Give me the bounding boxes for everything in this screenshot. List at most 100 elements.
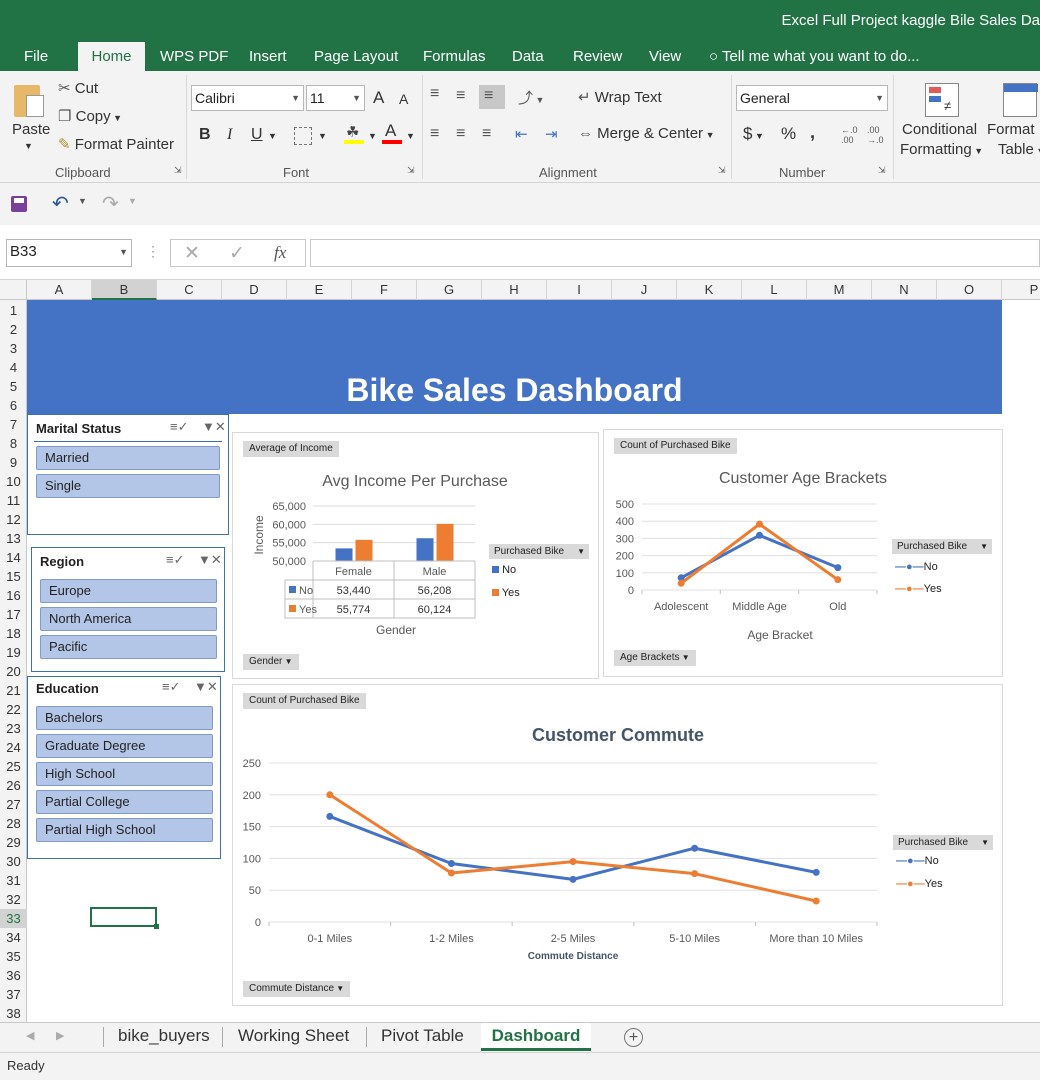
underline-button[interactable]: U [251,126,263,144]
add-sheet-icon[interactable]: + [624,1028,643,1047]
cut-button[interactable]: ✂ Cut [58,79,98,97]
format-as-table-icon[interactable] [1003,83,1038,117]
align-bottom-icon[interactable]: ≡ [479,85,505,109]
row-header[interactable]: 38 [0,1004,27,1023]
borders-icon[interactable] [294,127,312,145]
save-icon[interactable] [11,196,27,212]
font-name-select[interactable]: Calibri ▼ [191,85,304,111]
decrease-decimal-icon[interactable]: .00 →.0 [867,125,884,145]
sheet-tab-working-sheet[interactable]: Working Sheet [228,1023,359,1051]
row-header[interactable]: 8 [0,434,27,453]
scroll-right-icon[interactable]: ▶ [56,1029,64,1042]
copy-button[interactable]: ❐ Copy ▼ [58,107,122,125]
align-top-icon[interactable]: ≡ [430,85,439,103]
row-header[interactable]: 33 [0,909,27,928]
cancel-icon[interactable]: ✕ [184,242,200,265]
comma-button[interactable]: , [810,122,815,143]
slicer-item[interactable]: Europe [40,579,217,603]
row-header[interactable]: 30 [0,852,27,871]
row-header[interactable]: 37 [0,985,27,1004]
column-header[interactable]: K [677,280,742,300]
slicer-item[interactable]: Bachelors [36,706,213,730]
slicer-item[interactable]: Married [36,446,220,470]
tell-me-search[interactable]: ○ Tell me what you want to do... [697,42,932,71]
increase-decimal-icon[interactable]: ←.0.00 [841,125,858,145]
row-header[interactable]: 3 [0,339,27,358]
row-header[interactable]: 16 [0,586,27,605]
row-header[interactable]: 28 [0,814,27,833]
conditional-formatting-label[interactable]: Formatting ▼ [900,141,983,158]
paste-button[interactable]: Paste [12,121,50,138]
chart-commute[interactable]: Count of Purchased Bike Customer Commute… [232,684,1003,1006]
column-header[interactable]: A [27,280,92,300]
clear-filter-icon[interactable]: ▼✕ [194,679,218,695]
tab-data[interactable]: Data [500,42,556,71]
number-launcher-icon[interactable]: ⇲ [878,165,886,176]
row-header[interactable]: 34 [0,928,27,947]
grow-font-button[interactable]: A [373,88,384,108]
chevron-down-icon[interactable]: ▼ [78,196,87,206]
align-center-icon[interactable]: ≡ [456,125,465,143]
column-header[interactable]: H [482,280,547,300]
alignment-launcher-icon[interactable]: ⇲ [718,165,726,176]
font-color-icon[interactable]: A [382,121,402,145]
row-header[interactable]: 17 [0,605,27,624]
slicer-item[interactable]: Single [36,474,220,498]
slicer-item[interactable]: Partial High School [36,818,213,842]
italic-button[interactable]: I [227,126,232,144]
row-header[interactable]: 25 [0,757,27,776]
orientation-icon[interactable]: ⤴ ▼ [518,87,544,108]
select-all-button[interactable] [0,280,27,300]
tab-review[interactable]: Review [561,42,634,71]
tab-page-layout[interactable]: Page Layout [302,42,410,71]
align-right-icon[interactable]: ≡ [482,125,491,143]
row-header[interactable]: 31 [0,871,27,890]
increase-indent-icon[interactable]: ⇥ [545,125,558,143]
clear-filter-icon[interactable]: ▼✕ [198,552,222,568]
tab-home[interactable]: Home [78,42,145,71]
row-header[interactable]: 2 [0,320,27,339]
row-header[interactable]: 9 [0,453,27,472]
tab-file[interactable]: File [12,42,60,71]
clipboard-launcher-icon[interactable]: ⇲ [174,165,182,176]
axis-field-button[interactable]: Commute Distance ▼ [243,981,351,997]
row-header[interactable]: 23 [0,719,27,738]
row-header[interactable]: 22 [0,700,27,719]
slicer-item[interactable]: Graduate Degree [36,734,213,758]
scroll-left-icon[interactable]: ◀ [26,1029,34,1042]
axis-field-button[interactable]: Age Brackets ▼ [614,650,696,666]
shrink-font-button[interactable]: A [399,91,408,107]
format-as-table-label[interactable]: Table ▼ [998,141,1040,158]
formula-input[interactable] [310,239,1040,267]
conditional-formatting-button[interactable]: Conditional [902,121,977,138]
column-header[interactable]: C [157,280,222,300]
tab-wps-pdf[interactable]: WPS PDF [148,42,240,71]
row-header[interactable]: 12 [0,510,27,529]
insert-function-icon[interactable]: fx [274,243,286,263]
row-header[interactable]: 19 [0,643,27,662]
row-header[interactable]: 29 [0,833,27,852]
slicer-item[interactable]: Partial College [36,790,213,814]
row-header[interactable]: 13 [0,529,27,548]
row-header[interactable]: 20 [0,662,27,681]
multi-select-icon[interactable]: ≡✓ [166,552,184,568]
more-icon[interactable]: ⋮ [146,243,160,260]
conditional-formatting-icon[interactable]: ≠ [925,83,959,117]
tab-insert[interactable]: Insert [237,42,299,71]
row-header[interactable]: 15 [0,567,27,586]
column-header[interactable]: D [222,280,287,300]
row-header[interactable]: 11 [0,491,27,510]
chevron-down-icon[interactable]: ▼ [406,131,415,141]
row-header[interactable]: 5 [0,377,27,396]
decrease-indent-icon[interactable]: ⇤ [515,125,528,143]
column-header[interactable]: L [742,280,807,300]
multi-select-icon[interactable]: ≡✓ [170,419,188,435]
column-header[interactable]: F [352,280,417,300]
column-header[interactable]: B [92,280,157,300]
row-header[interactable]: 7 [0,415,27,434]
chevron-down-icon[interactable]: ▼ [318,131,327,141]
tab-formulas[interactable]: Formulas [411,42,498,71]
chevron-down-icon[interactable]: ▼ [268,131,277,141]
wrap-text-button[interactable]: ↵ Wrap Text [578,88,662,106]
column-header[interactable]: G [417,280,482,300]
